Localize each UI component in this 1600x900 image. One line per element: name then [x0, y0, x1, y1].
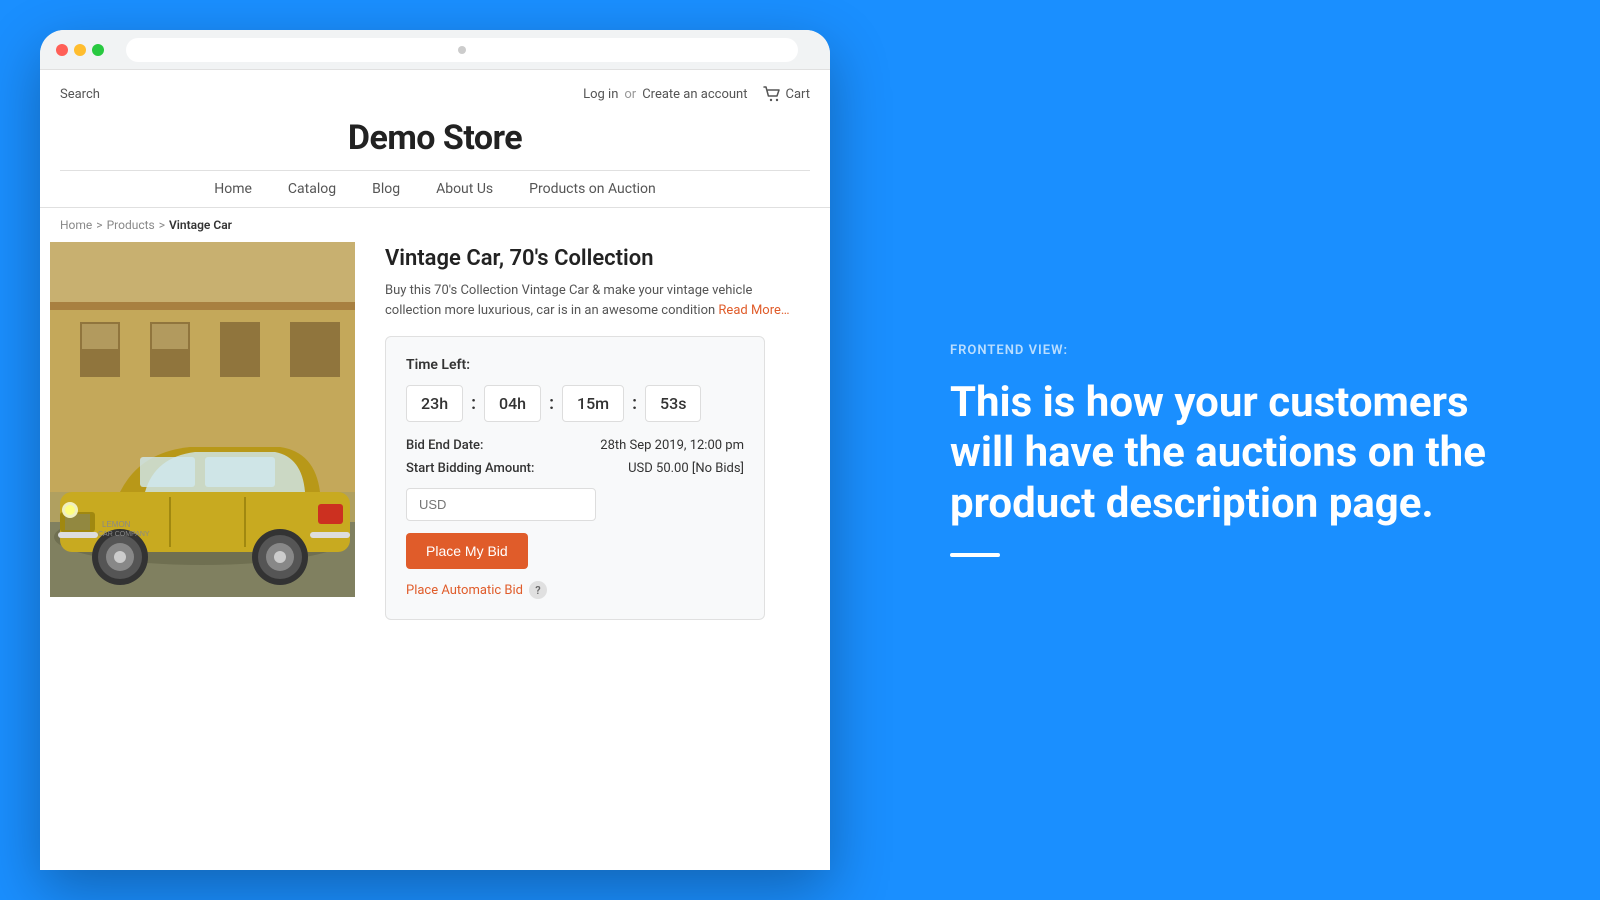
start-bidding-row: Start Bidding Amount: USD 50.00 [No Bids…	[406, 461, 744, 476]
store-header: Search Log in or Create an account Cart	[40, 70, 830, 208]
browser-mockup: Search Log in or Create an account Cart	[40, 30, 830, 870]
timer-sep3: :	[632, 393, 637, 414]
timer-sep1: :	[471, 393, 476, 414]
store-title: Demo Store	[60, 118, 810, 158]
store-content: Search Log in or Create an account Cart	[40, 70, 830, 870]
search-label: Search	[60, 87, 100, 102]
nav-home[interactable]: Home	[214, 181, 252, 207]
timer-minutes: 04h	[484, 385, 541, 422]
browser-address-bar	[126, 38, 798, 62]
address-indicator	[458, 46, 466, 54]
svg-text:CAR COMPANY: CAR COMPANY	[98, 531, 150, 538]
product-description-text: Buy this 70's Collection Vintage Car & m…	[385, 283, 752, 318]
breadcrumb: Home > Products > Vintage Car	[40, 208, 830, 242]
nav-catalog[interactable]: Catalog	[288, 181, 336, 207]
cart-icon	[763, 86, 781, 102]
breadcrumb-sep2: >	[159, 218, 165, 232]
start-bidding-label: Start Bidding Amount:	[406, 461, 534, 476]
nav-auction[interactable]: Products on Auction	[529, 181, 656, 207]
breadcrumb-home[interactable]: Home	[60, 218, 92, 232]
product-image-container: LEMON CAR COMPANY	[50, 242, 355, 597]
browser-dot-minimize[interactable]	[74, 44, 86, 56]
hero-text: This is how your customers will have the…	[950, 378, 1520, 529]
svg-text:LEMON: LEMON	[102, 520, 131, 529]
time-left-label: Time Left:	[406, 357, 744, 373]
login-divider: or	[624, 87, 636, 102]
store-top-bar: Search Log in or Create an account Cart	[60, 86, 810, 110]
bid-input-container	[406, 488, 744, 521]
automatic-bid-row: Place Automatic Bid ?	[406, 581, 744, 599]
bid-end-date-label: Bid End Date:	[406, 438, 483, 453]
product-image: LEMON CAR COMPANY	[50, 242, 355, 597]
browser-dot-maximize[interactable]	[92, 44, 104, 56]
countdown-timer: 23h : 04h : 15m : 53s	[406, 385, 744, 422]
cart-label: Cart	[785, 87, 810, 102]
left-panel: Search Log in or Create an account Cart	[0, 0, 870, 900]
right-panel: FRONTEND VIEW: This is how your customer…	[870, 0, 1600, 900]
timer-hours: 23h	[406, 385, 463, 422]
read-more-link[interactable]: Read More…	[718, 303, 789, 318]
breadcrumb-sep1: >	[96, 218, 102, 232]
hero-underline	[950, 553, 1000, 557]
auction-box: Time Left: 23h : 04h : 15m : 53s	[385, 336, 765, 620]
place-bid-button[interactable]: Place My Bid	[406, 533, 528, 569]
product-description: Buy this 70's Collection Vintage Car & m…	[385, 281, 810, 320]
help-icon[interactable]: ?	[529, 581, 547, 599]
browser-dot-close[interactable]	[56, 44, 68, 56]
product-title: Vintage Car, 70's Collection	[385, 246, 810, 271]
timer-sep2: :	[549, 393, 554, 414]
product-details: Vintage Car, 70's Collection Buy this 70…	[375, 242, 820, 624]
breadcrumb-products[interactable]: Products	[107, 218, 155, 232]
create-account-link[interactable]: Create an account	[642, 87, 747, 102]
nav-about[interactable]: About Us	[436, 181, 493, 207]
bid-end-date-row: Bid End Date: 28th Sep 2019, 12:00 pm	[406, 438, 744, 453]
bid-input[interactable]	[406, 488, 596, 521]
breadcrumb-current: Vintage Car	[169, 218, 232, 232]
frontend-view-label: FRONTEND VIEW:	[950, 343, 1520, 358]
bid-end-date-value: 28th Sep 2019, 12:00 pm	[600, 438, 744, 453]
nav-blog[interactable]: Blog	[372, 181, 400, 207]
store-title-area: Demo Store	[60, 110, 810, 170]
login-link[interactable]: Log in	[583, 87, 618, 102]
store-nav: Home Catalog Blog About Us Products on A…	[60, 170, 810, 207]
timer-ms: 53s	[645, 385, 701, 422]
cart-icon-area[interactable]: Cart	[763, 86, 810, 102]
browser-chrome	[40, 30, 830, 70]
timer-seconds: 15m	[562, 385, 624, 422]
start-bidding-value: USD 50.00 [No Bids]	[628, 461, 744, 476]
product-area: LEMON CAR COMPANY Vintage Car, 70's Coll…	[40, 242, 830, 624]
auto-bid-link[interactable]: Place Automatic Bid	[406, 583, 523, 598]
